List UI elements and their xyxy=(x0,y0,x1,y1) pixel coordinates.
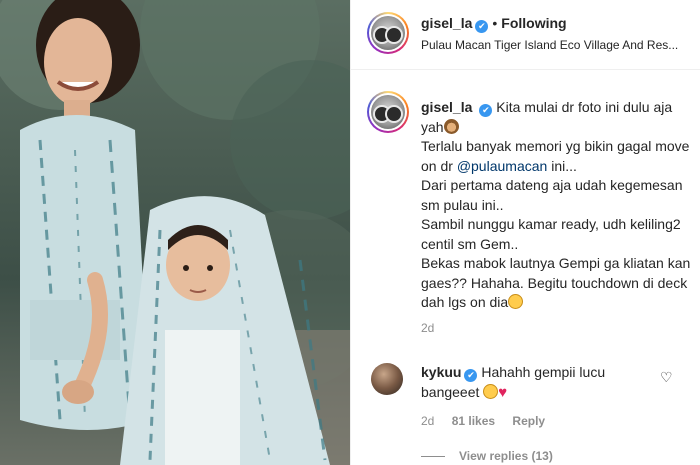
following-button[interactable]: Following xyxy=(501,15,566,31)
commenter-avatar[interactable] xyxy=(371,363,403,395)
post-header: gisel_la ✔ • Following Pulau Macan Tiger Is… xyxy=(351,0,700,70)
separator-dot: • xyxy=(492,15,498,31)
post-caption: gisel_la ✔ Kita mulai dr foto ini dulu aj… xyxy=(421,98,691,313)
commenter-username[interactable]: kykuu xyxy=(421,364,461,380)
view-replies-label: View replies (13) xyxy=(459,449,553,463)
replies-divider xyxy=(421,456,445,458)
avatar-image xyxy=(371,95,405,129)
verified-badge-icon: ✔ xyxy=(475,20,489,33)
post-photo[interactable] xyxy=(0,0,350,465)
author-username[interactable]: gisel_la xyxy=(421,15,472,31)
like-heart-icon[interactable]: ♡ xyxy=(660,369,673,386)
caption-line-2-end: ini... xyxy=(547,157,577,174)
comment-text: kykuu ✔ Hahahh gempii lucu bangeeet ♥ xyxy=(421,362,661,403)
post-photo-illustration xyxy=(0,0,350,465)
caption-author-username[interactable]: gisel_la xyxy=(421,99,472,115)
caption-line-4: Sambil nunggu kamar ready, udh keliling2… xyxy=(421,216,681,252)
heart-emoji-icon: ♥ xyxy=(498,384,508,401)
author-line: gisel_la ✔ • Following xyxy=(421,15,567,33)
comment-meta: 2d 81 likes Reply xyxy=(421,414,559,428)
see-no-evil-monkey-icon xyxy=(443,118,459,134)
mention-link[interactable]: @pulaumacan xyxy=(457,158,548,174)
avatar-image xyxy=(371,16,405,50)
caption-timestamp[interactable]: 2d xyxy=(421,321,434,335)
caption-author-avatar[interactable] xyxy=(367,91,409,133)
comment-timestamp[interactable]: 2d xyxy=(421,414,434,428)
reply-button[interactable]: Reply xyxy=(512,414,545,428)
tears-of-joy-icon xyxy=(483,384,499,399)
author-avatar[interactable] xyxy=(367,12,409,54)
verified-badge-icon: ✔ xyxy=(464,369,478,382)
comment-likes-count[interactable]: 81 likes xyxy=(452,414,495,428)
caption-line-5: Bekas mabok lautnya Gempi ga kliatan kan… xyxy=(421,255,691,310)
verified-badge-icon: ✔ xyxy=(479,104,493,117)
caption-line-3: Dari pertama dateng aja udah kegemesan s… xyxy=(421,177,683,213)
location-link[interactable]: Pulau Macan Tiger Island Eco Village And… xyxy=(421,38,693,52)
view-replies-button[interactable]: View replies (13) xyxy=(421,449,553,463)
post-details-panel: gisel_la ✔ • Following Pulau Macan Tiger Is… xyxy=(350,0,700,465)
disappointed-face-icon xyxy=(508,294,524,309)
comments-area: gisel_la ✔ Kita mulai dr foto ini dulu aj… xyxy=(351,71,700,465)
